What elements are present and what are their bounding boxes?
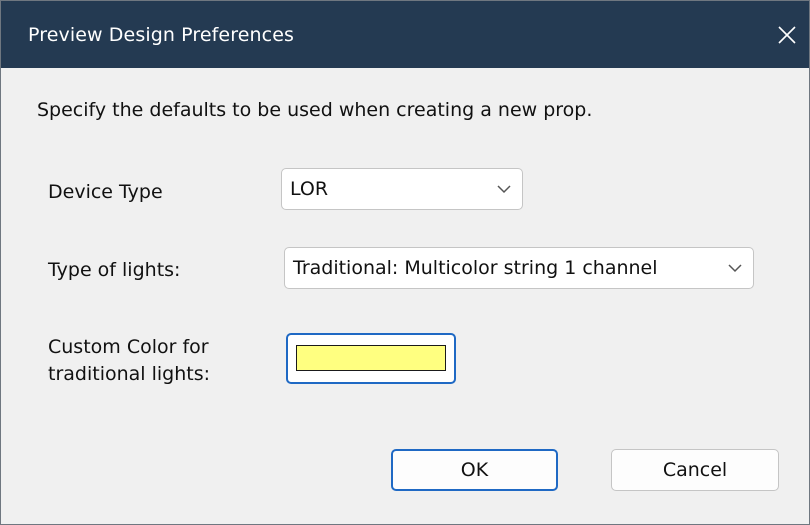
- close-icon: [778, 25, 796, 44]
- type-of-lights-label: Type of lights:: [48, 259, 181, 281]
- title-bar: Preview Design Preferences: [1, 1, 809, 68]
- device-type-select[interactable]: LOR: [281, 168, 523, 210]
- device-type-value: LOR: [290, 178, 329, 200]
- device-type-label: Device Type: [48, 181, 163, 203]
- ok-button[interactable]: OK: [391, 449, 558, 491]
- instructions-text: Specify the defaults to be used when cre…: [37, 99, 593, 121]
- custom-color-label-line1: Custom Color for: [48, 336, 209, 358]
- close-button[interactable]: [765, 1, 809, 68]
- type-of-lights-select[interactable]: Traditional: Multicolor string 1 channel: [284, 247, 754, 289]
- color-swatch: [296, 345, 446, 371]
- chevron-down-icon: [497, 185, 511, 194]
- cancel-button[interactable]: Cancel: [611, 449, 779, 491]
- custom-color-picker[interactable]: [286, 333, 456, 384]
- chevron-down-icon: [728, 264, 742, 273]
- dialog-title: Preview Design Preferences: [28, 24, 294, 46]
- custom-color-label-line2: traditional lights:: [48, 363, 211, 385]
- type-of-lights-value: Traditional: Multicolor string 1 channel: [293, 257, 658, 279]
- preferences-dialog: Preview Design Preferences Specify the d…: [0, 0, 810, 525]
